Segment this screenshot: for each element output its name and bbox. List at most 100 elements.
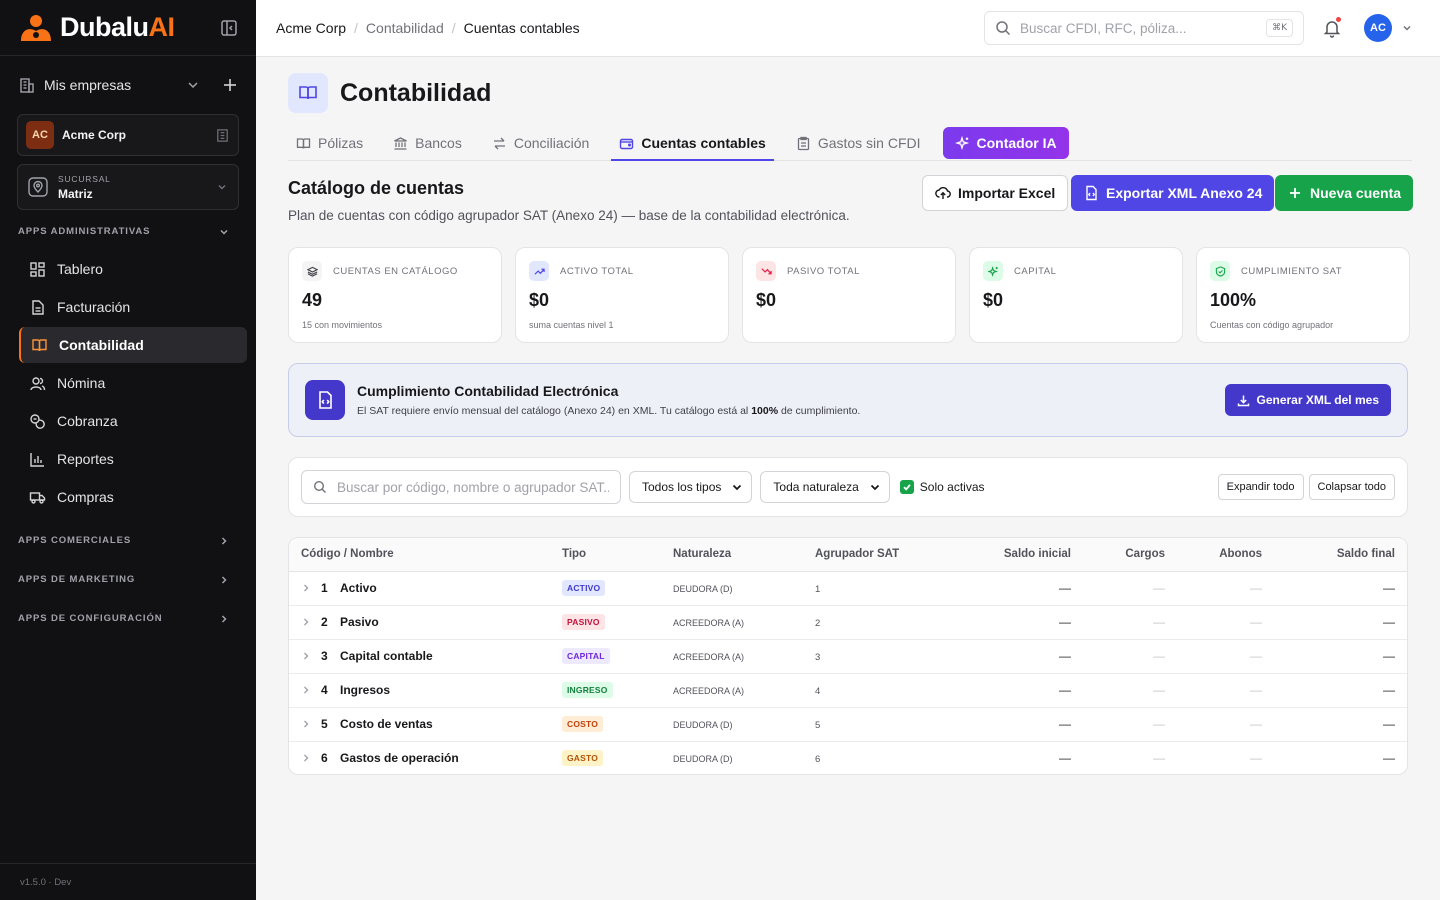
cell-code-name: 3 Capital contable bbox=[289, 639, 550, 674]
section-apps-administrativas[interactable]: APPS ADMINISTRATIVAS bbox=[0, 212, 256, 251]
sparkles-icon bbox=[954, 135, 969, 150]
add-company-icon[interactable] bbox=[222, 77, 238, 93]
sidebar-item-label: Tablero bbox=[57, 261, 103, 277]
section-apps-configuracion[interactable]: APPS DE CONFIGURACIÓN bbox=[0, 599, 256, 638]
bank-icon bbox=[394, 136, 407, 150]
account-search[interactable] bbox=[301, 470, 621, 504]
cell-initial-balance: — bbox=[931, 605, 1083, 640]
filters-bar: Todos los tipos Toda naturaleza Solo act… bbox=[288, 457, 1408, 517]
table-row[interactable]: 5 Costo de ventas COSTO DEUDORA (D) 5— — — — bbox=[289, 707, 1407, 742]
table-row[interactable]: 2 Pasivo PASIVO ACREEDORA (A) 2— — — — bbox=[289, 605, 1407, 640]
file-code-icon bbox=[1086, 185, 1097, 201]
col-header[interactable]: Tipo bbox=[550, 538, 661, 572]
chevron-right-icon[interactable] bbox=[301, 685, 311, 695]
building-icon bbox=[20, 78, 34, 93]
global-search-input[interactable] bbox=[1020, 20, 1267, 36]
col-header[interactable]: Agrupador SAT bbox=[803, 538, 931, 572]
app-version: v1.5.0 · Dev bbox=[0, 863, 256, 900]
cell-credits: — bbox=[1177, 605, 1274, 640]
tab-label: Bancos bbox=[415, 135, 462, 151]
chevron-down-icon[interactable] bbox=[1401, 22, 1413, 34]
chevron-down-icon bbox=[218, 185, 226, 190]
sidebar-item-cobranza[interactable]: Cobranza bbox=[19, 403, 247, 439]
tab-conciliacion[interactable]: Conciliación bbox=[484, 127, 597, 159]
sidebar-item-tablero[interactable]: Tablero bbox=[19, 251, 247, 287]
cell-code-name: 6 Gastos de operación bbox=[289, 741, 550, 774]
col-header[interactable]: Cargos bbox=[1083, 538, 1177, 572]
col-header[interactable]: Naturaleza bbox=[661, 538, 803, 572]
tab-cuentas-contables[interactable]: Cuentas contables bbox=[611, 127, 774, 161]
cell-nature: ACREEDORA (A) bbox=[661, 605, 803, 640]
breadcrumb-item[interactable]: Contabilidad bbox=[366, 20, 444, 36]
layers-icon bbox=[302, 261, 322, 281]
new-account-button[interactable]: Nueva cuenta bbox=[1275, 175, 1414, 211]
section-apps-marketing[interactable]: APPS DE MARKETING bbox=[0, 560, 256, 599]
table-row[interactable]: 3 Capital contable CAPITAL ACREEDORA (A) 3— —… bbox=[289, 639, 1407, 674]
nature-value: ACREEDORA (A) bbox=[673, 618, 745, 628]
type-badge: COSTO bbox=[562, 716, 604, 732]
banner-title: Cumplimiento Contabilidad Electrónica bbox=[357, 383, 619, 399]
export-xml-button[interactable]: Exportar XML Anexo 24 bbox=[1071, 175, 1275, 211]
user-avatar[interactable]: AC bbox=[1364, 14, 1392, 42]
expand-all-button[interactable]: Expandir todo bbox=[1217, 474, 1304, 500]
col-header[interactable]: Abonos bbox=[1177, 538, 1274, 572]
stat-value: $0 bbox=[529, 290, 550, 310]
chevron-right-icon[interactable] bbox=[301, 719, 311, 729]
tab-label: Pólizas bbox=[318, 135, 364, 151]
cell-credits: — bbox=[1177, 673, 1274, 708]
table-row[interactable]: 1 Activo ACTIVO DEUDORA (D) 1— — — — bbox=[289, 571, 1407, 606]
sidebar-item-nomina[interactable]: Nómina bbox=[19, 365, 247, 401]
breadcrumb-item[interactable]: Acme Corp bbox=[276, 20, 346, 36]
type-badge: PASIVO bbox=[562, 614, 605, 630]
section-apps-comerciales[interactable]: APPS COMERCIALES bbox=[0, 521, 256, 560]
account-name: Ingresos bbox=[340, 683, 391, 697]
collapse-all-button[interactable]: Colapsar todo bbox=[1308, 474, 1395, 500]
sidebar-collapse-icon[interactable] bbox=[220, 19, 238, 37]
company-selector[interactable]: AC Acme Corp bbox=[17, 114, 239, 156]
table-row[interactable]: 6 Gastos de operación GASTO DEUDORA (D) 6 — — —… bbox=[289, 741, 1407, 774]
bar-chart-icon bbox=[30, 452, 44, 467]
book-icon bbox=[32, 338, 47, 351]
account-name: Activo bbox=[340, 581, 377, 595]
sat-group-value: 2 bbox=[815, 618, 821, 629]
cell-group: 1 bbox=[803, 571, 931, 606]
chevron-right-icon[interactable] bbox=[301, 651, 311, 661]
banner-text: El SAT requiere envío mensual del catálo… bbox=[357, 405, 861, 417]
sidebar-item-compras[interactable]: Compras bbox=[19, 479, 247, 515]
mis-empresas-toggle[interactable]: Mis empresas bbox=[0, 56, 256, 114]
cell-final-balance: — bbox=[1274, 639, 1407, 674]
chevron-right-icon[interactable] bbox=[301, 583, 311, 593]
tab-contador-ia[interactable]: Contador IA bbox=[942, 127, 1069, 159]
col-header[interactable]: Código / Nombre bbox=[289, 538, 550, 572]
tab-polizas[interactable]: Pólizas bbox=[288, 127, 371, 159]
chevron-right-icon[interactable] bbox=[301, 617, 311, 627]
sidebar-item-facturacion[interactable]: Facturación bbox=[19, 289, 247, 325]
nature-select[interactable]: Toda naturaleza bbox=[760, 471, 890, 503]
type-badge: CAPITAL bbox=[562, 648, 610, 664]
col-header[interactable]: Saldo inicial bbox=[931, 538, 1083, 572]
logo-icon bbox=[21, 14, 51, 41]
generate-xml-button[interactable]: Generar XML del mes bbox=[1224, 384, 1391, 416]
account-code: 5 bbox=[321, 717, 328, 731]
coins-icon bbox=[30, 413, 45, 429]
col-header[interactable]: Saldo final bbox=[1274, 538, 1407, 572]
main-content: Contabilidad Pólizas Bancos Conciliación… bbox=[256, 57, 1440, 900]
stat-card-cuentas: CUENTAS EN CATÁLOGO 49 15 con movimiento… bbox=[288, 247, 502, 343]
stat-label: CUMPLIMIENTO SAT bbox=[1241, 265, 1343, 277]
global-search[interactable]: ⌘K bbox=[984, 11, 1304, 45]
sidebar-item-reportes[interactable]: Reportes bbox=[19, 441, 247, 477]
tab-gastos-sin-cfdi[interactable]: Gastos sin CFDI bbox=[788, 127, 929, 159]
tab-bancos[interactable]: Bancos bbox=[385, 127, 470, 159]
account-search-input[interactable] bbox=[337, 479, 609, 495]
sidebar: DubaluAI Mis empresas AC Acme Corp SUCUR… bbox=[0, 0, 256, 900]
type-select[interactable]: Todos los tipos bbox=[629, 471, 753, 503]
stat-label: CUENTAS EN CATÁLOGO bbox=[333, 265, 458, 277]
sucursal-selector[interactable]: SUCURSAL Matriz bbox=[17, 164, 239, 210]
tab-label: Gastos sin CFDI bbox=[817, 135, 921, 151]
sidebar-item-contabilidad[interactable]: Contabilidad bbox=[19, 327, 247, 363]
import-excel-button[interactable]: Importar Excel bbox=[922, 175, 1069, 211]
only-active-checkbox[interactable]: Solo activas bbox=[899, 480, 985, 494]
chevron-right-icon[interactable] bbox=[301, 753, 311, 763]
stat-card-capital: CAPITAL $0 bbox=[969, 247, 1183, 343]
table-row[interactable]: 4 Ingresos INGRESO ACREEDORA (A) 4— — — — bbox=[289, 673, 1407, 708]
